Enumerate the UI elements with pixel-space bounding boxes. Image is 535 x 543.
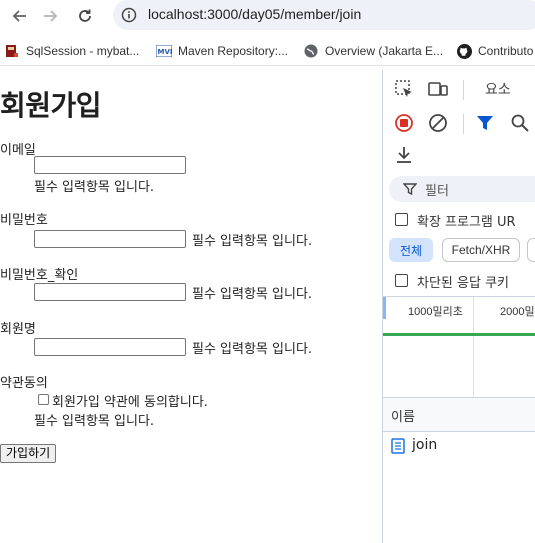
name-label: 회원명 — [0, 322, 36, 337]
arrow-right-icon — [44, 10, 58, 22]
bookmark-sqlsession[interactable]: SqlSession - mybat... — [4, 42, 139, 60]
browser-toolbar: localhost:3000/day05/member/join — [0, 0, 535, 32]
clear-button[interactable] — [427, 112, 449, 134]
bookmark-label: Overview (Jakarta E... — [325, 44, 444, 58]
request-row[interactable]: join — [383, 432, 535, 460]
password-field[interactable] — [34, 230, 186, 248]
clear-icon — [429, 114, 447, 132]
record-button[interactable] — [393, 112, 415, 134]
filter-placeholder: 필터 — [425, 184, 449, 199]
funnel-icon — [477, 116, 493, 130]
bookmark-label: Contributo — [478, 44, 534, 58]
password-hint: 필수 입력항목 입니다. — [192, 234, 313, 249]
site-info-icon[interactable] — [121, 7, 137, 23]
device-toolbar-button[interactable] — [427, 78, 449, 100]
devtools-panel: 요소 필터 확장 프로그램 UR 전체 Fetch/XHR 차단된 응답 쿠키 … — [382, 70, 535, 543]
funnel-outline-icon — [403, 183, 417, 196]
page-content: 회원가입 이메일 필수 입력항목 입니다. 비밀번호 필수 입력항목 입니다. … — [0, 70, 382, 543]
request-name: join — [412, 437, 438, 453]
chip-fetch-xhr[interactable]: Fetch/XHR — [442, 238, 520, 262]
bookmarks-bar: SqlSession - mybat... MVN Maven Reposito… — [0, 36, 535, 66]
agree-checkbox-label[interactable]: 회원가입 약관에 동의합니다. — [52, 391, 208, 410]
submit-button[interactable]: 가입하기 — [0, 444, 57, 463]
timeline-request-bar — [383, 333, 535, 336]
tab-elements[interactable]: 요소 — [485, 79, 511, 99]
timeline-handle[interactable] — [383, 297, 386, 319]
agree-checkbox[interactable] — [38, 394, 49, 405]
document-icon — [391, 438, 405, 454]
name-hint: 필수 입력항목 입니다. — [192, 342, 313, 357]
device-icon — [428, 82, 448, 96]
bookmark-label: SqlSession - mybat... — [26, 44, 140, 58]
github-icon — [456, 43, 472, 59]
name-field[interactable] — [34, 338, 186, 356]
search-button[interactable] — [509, 112, 531, 134]
page-title: 회원가입 — [0, 89, 102, 122]
hide-extension-checkbox[interactable] — [395, 213, 408, 226]
chip-more[interactable] — [527, 238, 535, 262]
tick-label-1000: 1000밀리초 — [408, 306, 463, 318]
name-column-header[interactable]: 이름 — [383, 398, 535, 432]
reload-button[interactable] — [73, 4, 97, 28]
blocked-cookies-label: 차단된 응답 쿠키 — [417, 276, 509, 291]
record-icon — [395, 114, 413, 132]
agree-hint: 필수 입력항목 입니다. — [34, 414, 155, 429]
chip-all[interactable]: 전체 — [389, 238, 433, 262]
password-confirm-hint: 필수 입력항목 입니다. — [192, 287, 313, 302]
book-icon — [4, 43, 20, 59]
url-text: localhost:3000/day05/member/join — [148, 6, 362, 22]
filter-toggle-button[interactable] — [474, 112, 496, 134]
maven-icon: MVN — [156, 43, 172, 59]
blocked-cookies-checkbox[interactable] — [395, 274, 408, 287]
forward-button[interactable] — [38, 4, 62, 28]
email-hint: 필수 입력항목 입니다. — [34, 180, 155, 195]
arrow-left-icon — [12, 10, 26, 22]
agree-label: 약관동의 — [0, 376, 48, 391]
toolbar-divider — [463, 114, 464, 134]
password-confirm-field[interactable] — [34, 283, 186, 301]
email-label: 이메일 — [0, 143, 36, 158]
bookmark-github[interactable]: Contributo — [456, 42, 533, 60]
back-button[interactable] — [8, 4, 32, 28]
toolbar-divider — [463, 80, 464, 100]
inspect-icon — [395, 80, 412, 97]
bookmark-maven[interactable]: MVN Maven Repository:... — [156, 42, 288, 60]
svg-text:MVN: MVN — [158, 48, 173, 56]
timeline-gridline — [473, 297, 474, 397]
search-icon — [511, 114, 529, 132]
hide-extension-label: 확장 프로그램 UR — [417, 215, 516, 230]
address-bar[interactable]: localhost:3000/day05/member/join — [113, 0, 535, 30]
name-column-label: 이름 — [391, 410, 415, 425]
password-confirm-label: 비밀번호_확인 — [0, 268, 79, 283]
bookmark-jakarta[interactable]: Overview (Jakarta E... — [303, 42, 443, 60]
reload-icon — [79, 9, 91, 22]
password-label: 비밀번호 — [0, 213, 48, 228]
inspect-element-button[interactable] — [393, 78, 415, 100]
filter-input[interactable]: 필터 — [389, 176, 535, 202]
download-icon — [397, 147, 411, 163]
import-har-button[interactable] — [393, 144, 415, 166]
network-timeline[interactable]: 1000밀리초 2000밀 — [383, 296, 535, 398]
tick-label-2000: 2000밀 — [500, 306, 535, 318]
globe-icon — [303, 43, 319, 59]
bookmark-label: Maven Repository:... — [178, 44, 289, 58]
email-field[interactable] — [34, 156, 186, 174]
